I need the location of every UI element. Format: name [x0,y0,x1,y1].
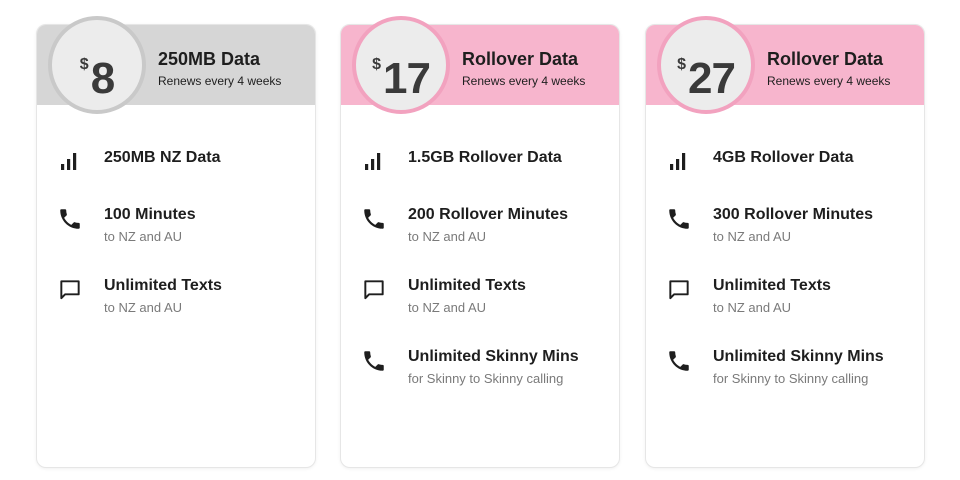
feature-detail: to NZ and AU [408,229,487,244]
feature-detail: to NZ and AU [104,229,183,244]
message-icon [361,277,387,303]
feature-texts: Unlimited Texts to NZ and AU [646,277,924,327]
price-badge: $8 [48,16,146,114]
feature-data: 1.5GB Rollover Data [341,149,619,199]
feature-skinny-mins: Unlimited Skinny Mins for Skinny to Skin… [646,348,924,398]
phone-icon [666,206,692,232]
feature-detail: to NZ and AU [713,300,792,315]
feature-name: Unlimited Texts [408,277,526,294]
feature-texts: Unlimited Texts to NZ and AU [37,277,315,327]
feature-name: 4GB Rollover Data [713,149,854,166]
feature-name: Unlimited Texts [104,277,222,294]
currency-symbol: $ [372,56,381,73]
plan-card-header: $27 Rollover Data Renews every 4 weeks [646,16,924,114]
message-icon [57,277,83,303]
signal-bars-icon [666,149,692,175]
currency-symbol: $ [79,56,89,73]
feature-skinny-mins: Unlimited Skinny Mins for Skinny to Skin… [341,348,619,398]
feature-detail: to NZ and AU [713,229,792,244]
message-icon [666,277,692,303]
price-value: $8 [52,40,142,104]
plan-title: Rollover Data [462,49,579,69]
feature-minutes: 300 Rollover Minutes to NZ and AU [646,206,924,256]
phone-icon [57,206,83,232]
phone-icon [361,206,387,232]
plan-card-8[interactable]: $8 250MB Data Renews every 4 weeks 250MB… [36,16,316,468]
plan-card-header: $8 250MB Data Renews every 4 weeks [37,16,315,114]
feature-name: 100 Minutes [104,206,196,223]
plan-title: 250MB Data [158,49,261,69]
plan-renewal: Renews every 4 weeks [767,74,891,88]
feature-data: 4GB Rollover Data [646,149,924,199]
feature-detail: for Skinny to Skinny calling [713,371,869,386]
plan-card-header: $17 Rollover Data Renews every 4 weeks [341,16,619,114]
price-value: $27 [661,40,751,104]
phone-icon [361,348,387,374]
price-badge: $27 [657,16,755,114]
feature-data: 250MB NZ Data [37,149,315,199]
feature-name: 250MB NZ Data [104,149,221,166]
signal-bars-icon [57,149,83,175]
feature-name: Unlimited Texts [713,277,831,294]
feature-texts: Unlimited Texts to NZ and AU [341,277,619,327]
feature-name: Unlimited Skinny Mins [713,348,884,365]
plan-renewal: Renews every 4 weeks [158,74,282,88]
feature-detail: for Skinny to Skinny calling [408,371,564,386]
feature-minutes: 200 Rollover Minutes to NZ and AU [341,206,619,256]
feature-detail: to NZ and AU [408,300,487,315]
price-value: $17 [356,40,446,104]
feature-name: Unlimited Skinny Mins [408,348,579,365]
price-amount: 17 [382,54,431,103]
plan-renewal: Renews every 4 weeks [462,74,586,88]
plan-card-27[interactable]: $27 Rollover Data Renews every 4 weeks 4… [645,16,925,468]
phone-icon [666,348,692,374]
signal-bars-icon [361,149,387,175]
price-badge: $17 [352,16,450,114]
price-amount: 8 [90,54,116,103]
plan-card-17[interactable]: $17 Rollover Data Renews every 4 weeks 1… [340,16,620,468]
feature-minutes: 100 Minutes to NZ and AU [37,206,315,256]
feature-detail: to NZ and AU [104,300,183,315]
feature-name: 200 Rollover Minutes [408,206,569,223]
plan-title: Rollover Data [767,49,884,69]
price-amount: 27 [687,54,736,103]
feature-name: 1.5GB Rollover Data [408,149,562,166]
currency-symbol: $ [677,56,686,73]
feature-name: 300 Rollover Minutes [713,206,874,223]
